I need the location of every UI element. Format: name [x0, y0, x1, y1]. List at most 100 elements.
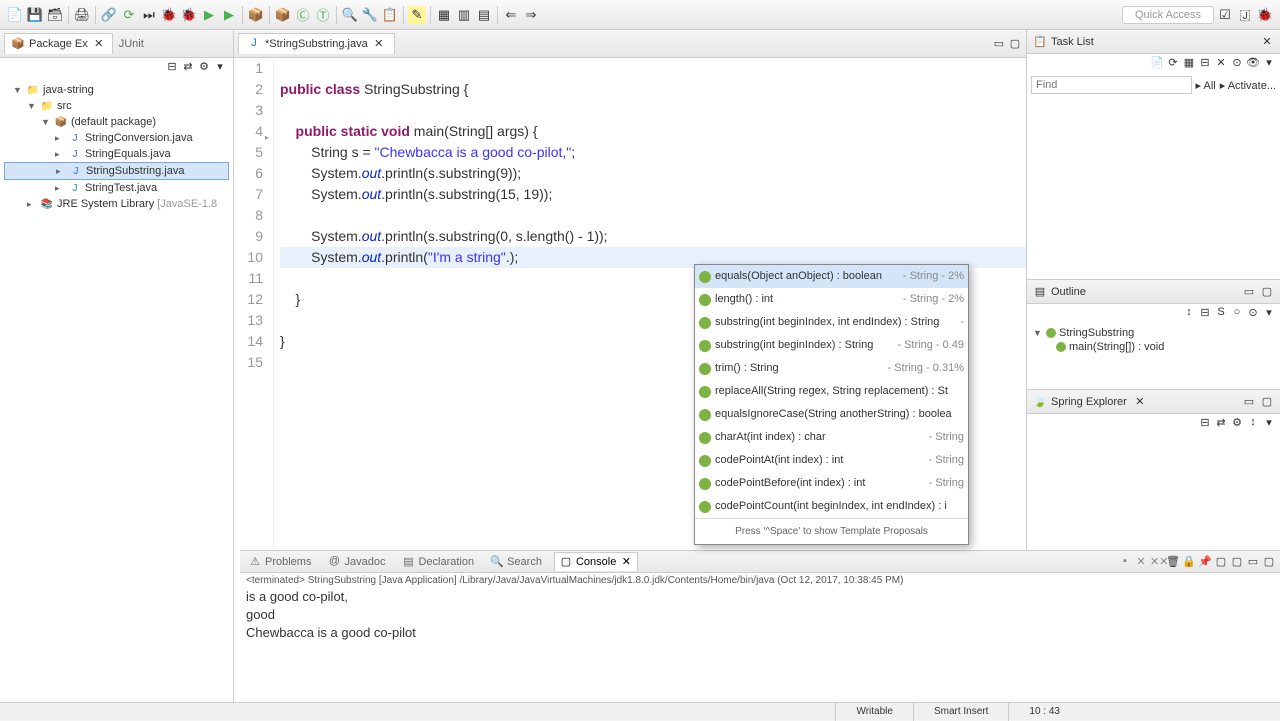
search-icon[interactable]: 🔍 [341, 6, 359, 24]
minimize-icon[interactable]: ▭ [992, 37, 1006, 51]
ac-item-4[interactable]: trim() : String- String - 0.31% [695, 357, 968, 380]
grid-icon[interactable]: ▦ [435, 6, 453, 24]
save-icon[interactable]: 💾 [26, 6, 44, 24]
collapse-icon[interactable]: ⊟ [1198, 56, 1212, 70]
focus-icon[interactable]: ⊙ [1246, 306, 1260, 320]
maximize-icon[interactable]: ▢ [1260, 285, 1274, 299]
minimize-icon[interactable]: ▭ [1242, 395, 1256, 409]
src-folder[interactable]: ▼📁src [4, 98, 229, 114]
scroll-lock-icon[interactable]: 🔒 [1182, 555, 1196, 569]
ac-item-5[interactable]: replaceAll(String regex, String replacem… [695, 380, 968, 403]
jre-library[interactable]: ▸📚JRE System Library [JavaSE-1.8 [4, 196, 229, 212]
junit-tab[interactable]: JUnit [113, 35, 150, 53]
file-2[interactable]: ▸JStringSubstring.java [4, 162, 229, 180]
open-type-icon[interactable]: Ⓣ [314, 6, 332, 24]
minimize-icon[interactable]: ▭ [1246, 555, 1260, 569]
hide-static-icon[interactable]: S [1214, 306, 1228, 320]
default-package[interactable]: ▼📦(default package) [4, 114, 229, 130]
toggle-icon[interactable]: 🔧 [361, 6, 379, 24]
clear-icon[interactable]: 🗑 [1166, 555, 1180, 569]
collapse-icon[interactable]: ⊟ [1198, 416, 1212, 430]
remove-all-icon[interactable]: ✕✕ [1150, 555, 1164, 569]
ac-item-10[interactable]: codePointCount(int beginIndex, int endIn… [695, 495, 968, 518]
sync-icon[interactable]: ⟳ [1166, 56, 1180, 70]
link-icon[interactable]: 🔗 [100, 6, 118, 24]
file-0[interactable]: ▸JStringConversion.java [4, 130, 229, 146]
refresh-icon[interactable]: ⟳ [120, 6, 138, 24]
console-tab[interactable]: ▢Console✕ [554, 552, 638, 571]
collapse-icon[interactable]: ⊟ [165, 60, 179, 74]
project-root[interactable]: ▼📁java-string [4, 82, 229, 98]
menu-icon[interactable]: ▾ [1262, 306, 1276, 320]
sort-icon[interactable]: ↕ [1246, 416, 1260, 430]
ac-item-1[interactable]: length() : int- String - 2% [695, 288, 968, 311]
link-icon[interactable]: ⇄ [1214, 416, 1228, 430]
pin-icon[interactable]: 📌 [1198, 555, 1212, 569]
hide-non-public-icon[interactable]: ○ [1230, 306, 1244, 320]
hide-icon[interactable]: 👁 [1246, 56, 1260, 70]
declaration-tab[interactable]: ▤Declaration [397, 553, 478, 571]
quick-access-input[interactable]: Quick Access [1122, 6, 1214, 24]
save-all-icon[interactable]: 🗃 [46, 6, 64, 24]
focus-icon[interactable]: ⊙ [1230, 56, 1244, 70]
new-class-icon[interactable]: Ⓒ [294, 6, 312, 24]
ac-item-8[interactable]: codePointAt(int index) : int- String [695, 449, 968, 472]
hide-fields-icon[interactable]: ⊟ [1198, 306, 1212, 320]
new-icon[interactable]: 📄 [6, 6, 24, 24]
maximize-icon[interactable]: ▢ [1262, 555, 1276, 569]
editor-tab[interactable]: J *StringSubstring.java ✕ [238, 33, 395, 54]
link-editor-icon[interactable]: ⇄ [181, 60, 195, 74]
close-icon[interactable]: ✕ [1260, 35, 1274, 49]
new-task-icon[interactable]: 📄 [1150, 56, 1164, 70]
file-1[interactable]: ▸JStringEquals.java [4, 146, 229, 162]
close-icon[interactable]: ✕ [619, 555, 633, 569]
coverage-icon[interactable]: 🐞 [160, 6, 178, 24]
run-icon[interactable]: ▶ [200, 6, 218, 24]
ac-item-3[interactable]: substring(int beginIndex) : String- Stri… [695, 334, 968, 357]
columns-icon[interactable]: ▥ [455, 6, 473, 24]
filter-icon[interactable]: ⚙ [1230, 416, 1244, 430]
sort-icon[interactable]: ↕ [1182, 306, 1196, 320]
cat-icon[interactable]: ▦ [1182, 56, 1196, 70]
ac-item-9[interactable]: codePointBefore(int index) : int- String [695, 472, 968, 495]
highlight-icon[interactable]: ✎ [408, 6, 426, 24]
table-icon[interactable]: ▤ [475, 6, 493, 24]
filter-icon[interactable]: ✕ [1214, 56, 1228, 70]
maximize-icon[interactable]: ▢ [1260, 395, 1274, 409]
menu-icon[interactable]: ▾ [213, 60, 227, 74]
forward-icon[interactable]: ⇒ [522, 6, 540, 24]
close-icon[interactable]: ✕ [372, 37, 386, 51]
menu-icon[interactable]: ▾ [1262, 56, 1276, 70]
new-project-icon[interactable]: 📦 [247, 6, 265, 24]
new-package-icon[interactable]: 📦 [274, 6, 292, 24]
skip-icon[interactable]: ⏭ [140, 6, 158, 24]
find-input[interactable] [1031, 76, 1192, 94]
display-icon[interactable]: ▢ [1214, 555, 1228, 569]
file-3[interactable]: ▸JStringTest.java [4, 180, 229, 196]
menu-icon[interactable]: ▾ [1262, 416, 1276, 430]
task-icon[interactable]: 📋 [381, 6, 399, 24]
activate-link[interactable]: ▸ Activate... [1220, 79, 1276, 92]
ac-item-2[interactable]: substring(int beginIndex, int endIndex) … [695, 311, 968, 334]
all-link[interactable]: ▸ All [1196, 79, 1216, 92]
focus-icon[interactable]: ⚙ [197, 60, 211, 74]
debug-icon[interactable]: 🐞 [180, 6, 198, 24]
close-icon[interactable]: ✕ [1133, 395, 1147, 409]
problems-tab[interactable]: ⚠Problems [244, 553, 315, 571]
terminate-icon[interactable]: ▪ [1118, 555, 1132, 569]
print-icon[interactable]: 🖨 [73, 6, 91, 24]
package-explorer-tab[interactable]: 📦 Package Ex ✕ [4, 33, 113, 54]
outline-method[interactable]: main(String[]) : void [1031, 340, 1276, 354]
open-console-icon[interactable]: ▢ [1230, 555, 1244, 569]
java-perspective-icon[interactable]: 🇯 [1236, 6, 1254, 24]
maximize-icon[interactable]: ▢ [1008, 37, 1022, 51]
close-icon[interactable]: ✕ [92, 37, 106, 51]
perspective-icon[interactable]: ☑ [1216, 6, 1234, 24]
search-tab[interactable]: 🔍Search [486, 553, 546, 571]
ac-item-7[interactable]: charAt(int index) : char- String [695, 426, 968, 449]
minimize-icon[interactable]: ▭ [1242, 285, 1256, 299]
javadoc-tab[interactable]: @Javadoc [323, 553, 389, 571]
ac-item-6[interactable]: equalsIgnoreCase(String anotherString) :… [695, 403, 968, 426]
autocomplete-popup[interactable]: equals(Object anObject) : boolean- Strin… [694, 264, 969, 545]
back-icon[interactable]: ⇐ [502, 6, 520, 24]
